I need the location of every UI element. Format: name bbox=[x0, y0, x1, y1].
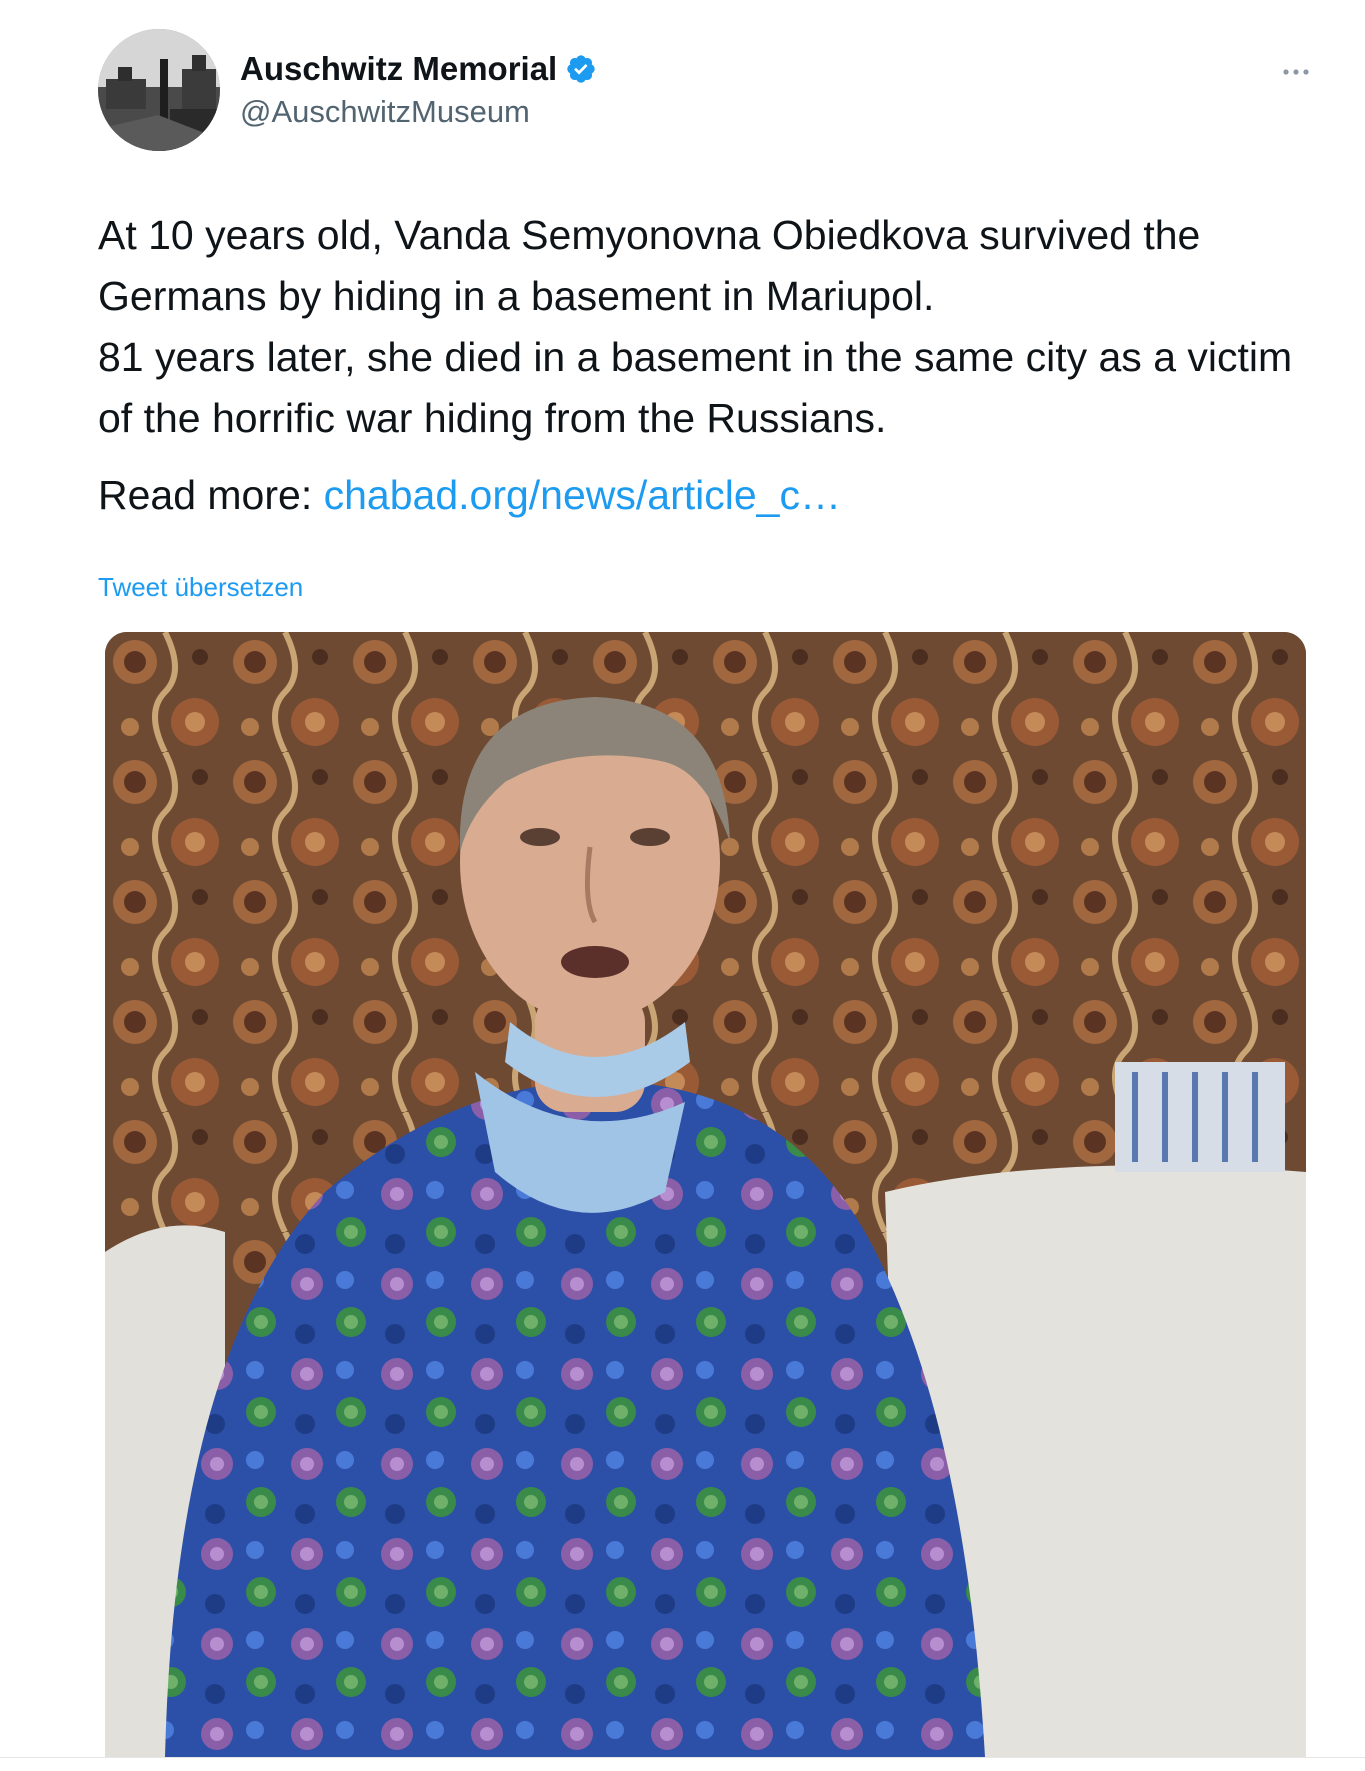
tweet: Auschwitz Memorial @AuschwitzMuseum At 1… bbox=[0, 0, 1365, 1771]
divider bbox=[0, 1757, 1365, 1758]
translate-tweet-link[interactable]: Tweet übersetzen bbox=[98, 572, 303, 603]
tweet-text: At 10 years old, Vanda Semyonovna Obiedk… bbox=[98, 205, 1328, 449]
more-options-icon[interactable] bbox=[1276, 52, 1316, 92]
tweet-photo[interactable] bbox=[105, 632, 1306, 1757]
read-more-line: Read more: chabad.org/news/article_c… bbox=[98, 465, 841, 526]
tweet-text-line-2: 81 years later, she died in a basement i… bbox=[98, 334, 1293, 441]
display-name[interactable]: Auschwitz Memorial bbox=[240, 50, 597, 88]
tweet-text-line-1: At 10 years old, Vanda Semyonovna Obiedk… bbox=[98, 212, 1201, 319]
verified-badge-icon bbox=[565, 53, 597, 85]
display-name-text: Auschwitz Memorial bbox=[240, 50, 558, 87]
read-more-label: Read more: bbox=[98, 472, 313, 518]
avatar[interactable] bbox=[98, 29, 220, 151]
account-handle[interactable]: @AuschwitzMuseum bbox=[240, 94, 530, 130]
article-link[interactable]: chabad.org/news/article_c… bbox=[324, 472, 841, 518]
